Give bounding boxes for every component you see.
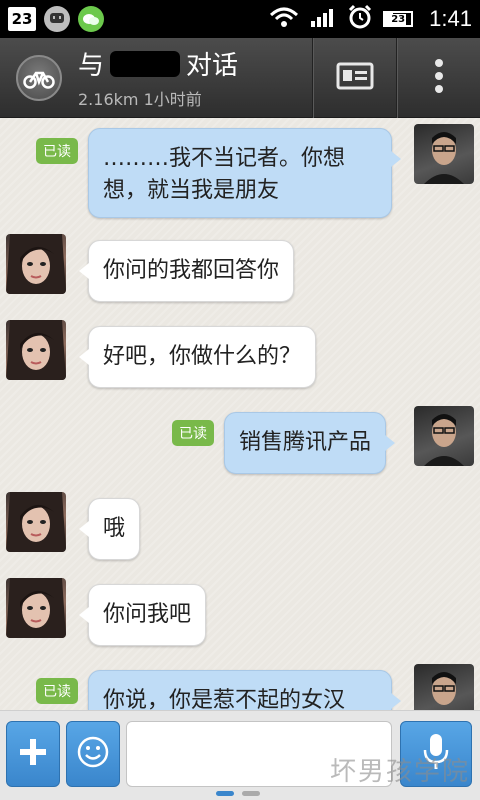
message-text: 哦 (103, 516, 126, 541)
clock: 1:41 (429, 6, 472, 31)
input-bar: 坏男孩学院 (0, 710, 480, 800)
message-bubble-incoming[interactable]: 你问的我都回答你 (78, 240, 295, 302)
more-vertical-icon (434, 58, 444, 98)
signal-icon (309, 6, 337, 32)
contact-avatar[interactable] (6, 320, 66, 380)
watermark: 坏男孩学院 (329, 757, 470, 787)
message-bubble-incoming[interactable]: 哦 (78, 498, 141, 560)
emoji-button[interactable] (66, 721, 120, 787)
message-text: 你问的我都回答你 (103, 258, 280, 283)
distance-time-subtitle: 2.16km 1小时前 (78, 90, 202, 109)
message-bubble-outgoing[interactable]: 销售腾讯产品 (224, 412, 396, 474)
wechat-icon (78, 6, 104, 32)
messenger-icon (44, 6, 70, 32)
my-avatar[interactable] (414, 124, 474, 184)
plus-icon (18, 737, 48, 771)
page-indicator (216, 791, 260, 796)
message-text: 你问我吧 (103, 602, 192, 627)
page-dot (242, 791, 260, 796)
message-bubble-outgoing[interactable]: ………我不当记者。你想想，就当我是朋友 (88, 128, 401, 218)
read-badge: 已读 (36, 138, 78, 164)
status-bar: 23 23 1:41 (0, 0, 480, 38)
wifi-icon (269, 6, 299, 32)
my-avatar[interactable] (414, 406, 474, 466)
message-bubble-incoming[interactable]: 好吧，你做什么的？ (78, 326, 317, 388)
read-badge: 已读 (36, 678, 78, 704)
contact-avatar[interactable] (6, 578, 66, 638)
read-badge: 已读 (172, 420, 214, 446)
title-suffix: 对话 (186, 51, 239, 81)
smiley-icon (77, 736, 109, 772)
message-text: 销售腾讯产品 (239, 430, 372, 455)
contact-avatar[interactable] (6, 492, 66, 552)
title-prefix: 与 (78, 51, 105, 81)
menu-button[interactable] (396, 37, 480, 118)
battery-icon: 23 (383, 11, 414, 27)
page-title: 与 对话 (78, 45, 312, 82)
profile-card-icon (336, 62, 374, 94)
profile-button[interactable] (312, 37, 396, 118)
message-text: ………我不当记者。你想想，就当我是朋友 (103, 146, 346, 203)
attach-button[interactable] (6, 721, 60, 787)
alarm-icon (347, 4, 373, 34)
chat-header: 与 对话 2.16km 1小时前 (0, 37, 480, 118)
my-avatar[interactable] (414, 664, 474, 710)
message-bubble-incoming[interactable]: 你问我吧 (78, 584, 207, 646)
calendar-icon: 23 (8, 7, 36, 31)
message-text: 好吧，你做什么的？ (103, 344, 302, 369)
message-text: 你说，你是惹不起的女汉 (103, 688, 346, 710)
contact-avatar[interactable] (6, 234, 66, 294)
bicycle-icon[interactable] (16, 54, 62, 101)
chat-area[interactable]: 已读 ………我不当记者。你想想，就当我是朋友 你问的我都回答你 好吧，你做什么的… (0, 118, 480, 710)
message-bubble-outgoing[interactable]: 你说，你是惹不起的女汉 (88, 670, 401, 710)
redacted-name (110, 50, 181, 77)
battery-level: 23 (390, 13, 407, 25)
page-dot (216, 791, 234, 796)
